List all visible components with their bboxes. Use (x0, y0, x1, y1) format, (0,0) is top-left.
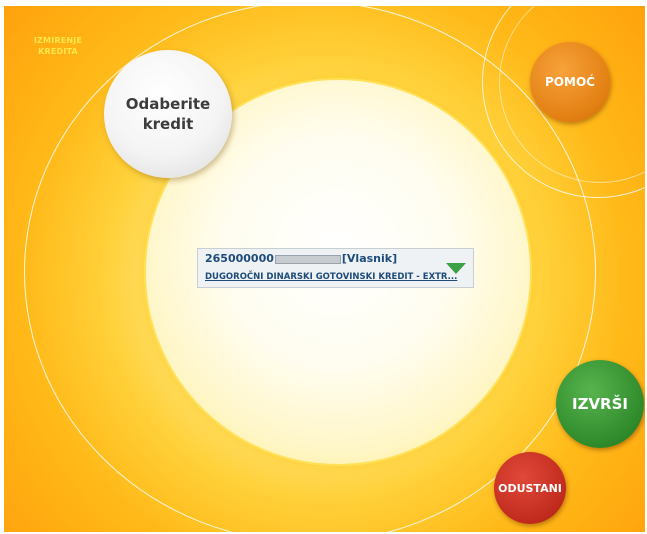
credit-account-line: 265000000 [Vlasnik] (205, 252, 397, 265)
app-title: IZMIRENJE KREDITA (33, 36, 83, 56)
help-button[interactable]: POMOĆ (530, 42, 610, 122)
account-number: 265000000 (205, 252, 274, 265)
prompt-circle: Odaberite kredit (104, 50, 232, 178)
cancel-button[interactable]: ODUSTANI (494, 452, 566, 524)
credit-select-dropdown[interactable]: 265000000 [Vlasnik] DUGOROČNI DINARSKI GO… (197, 248, 474, 288)
prompt-text: Odaberite kredit (125, 95, 211, 133)
dropdown-arrow-icon[interactable] (446, 263, 466, 274)
atm-screen: IZMIRENJE KREDITA Odaberite kredit POMOĆ… (4, 6, 645, 532)
execute-button[interactable]: IZVRŠI (556, 360, 644, 448)
masked-digits (274, 254, 341, 264)
owner-role: [Vlasnik] (341, 252, 398, 265)
credit-name: DUGOROČNI DINARSKI GOTOVINSKI KREDIT - E… (205, 272, 458, 282)
